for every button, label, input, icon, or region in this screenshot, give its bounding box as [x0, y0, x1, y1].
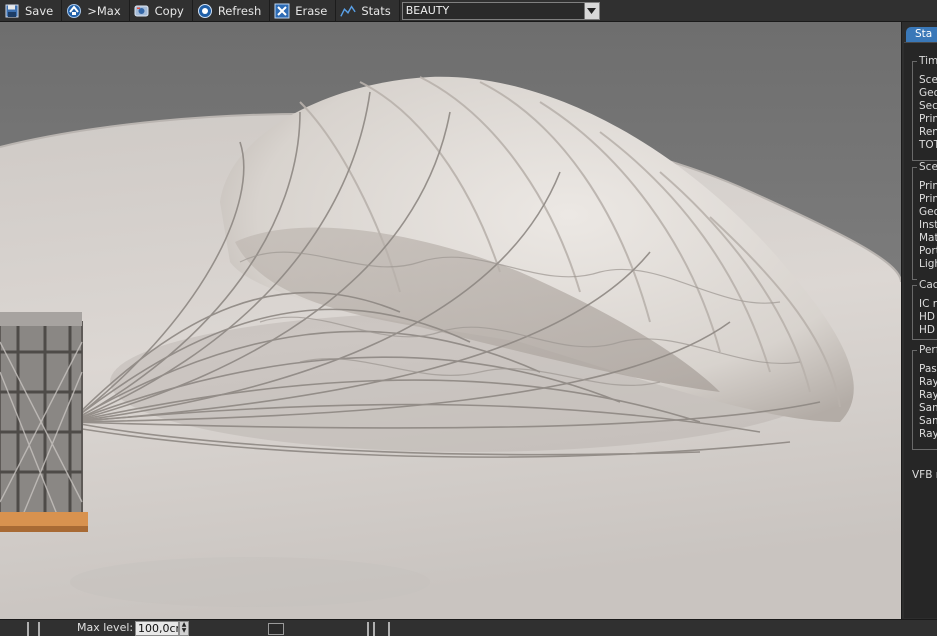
copy-icon — [134, 3, 150, 19]
stats-item: Prim — [919, 180, 937, 192]
erase-icon — [274, 3, 290, 19]
erase-button[interactable]: Erase — [270, 0, 337, 22]
stats-item: Seco — [919, 100, 937, 112]
stats-group-time: Time Scen Geo Seco Prim Ren TOT — [912, 55, 937, 161]
vfb-toolbar: Save >Max Copy Refresh Erase Stats BEAUT… — [0, 0, 937, 22]
render-channel-value: BEAUTY — [405, 4, 450, 17]
level-slider-handle[interactable] — [268, 623, 284, 635]
refresh-icon — [197, 3, 213, 19]
save-icon — [4, 3, 20, 19]
divider — [373, 622, 375, 636]
max-level-input[interactable]: 100,0cm — [135, 621, 179, 636]
stats-item: IC re — [919, 298, 937, 310]
tab-stats-label: Sta — [915, 28, 933, 40]
copy-button[interactable]: Copy — [130, 0, 193, 22]
divider — [38, 622, 40, 636]
chevron-down-icon[interactable] — [583, 2, 599, 19]
erase-button-label: Erase — [295, 4, 328, 18]
refresh-button[interactable]: Refresh — [193, 0, 271, 22]
divider — [367, 622, 369, 636]
divider — [27, 622, 29, 636]
stats-group-scene: Scen Prim Prim Geo Insta Mat Port Ligh — [912, 161, 937, 280]
stats-item: Ligh — [919, 258, 937, 270]
render-viewport[interactable] — [0, 22, 901, 619]
stats-item: TOT — [919, 139, 937, 151]
stats-footer: VFB re — [912, 469, 937, 481]
render-image — [0, 22, 901, 619]
save-button-label: Save — [25, 4, 54, 18]
save-button[interactable]: Save — [0, 0, 63, 22]
stats-item: Scen — [919, 74, 937, 86]
stats-item: Insta — [919, 219, 937, 231]
stats-item: HD s — [919, 324, 937, 336]
max-level-label: Max level: — [77, 621, 134, 634]
stats-item: Ray — [919, 428, 937, 440]
max-button-label: >Max — [87, 4, 121, 18]
stats-item: Prim — [919, 113, 937, 125]
copy-button-label: Copy — [154, 4, 184, 18]
stats-button-label: Stats — [361, 4, 391, 18]
stats-item: Pass — [919, 363, 937, 375]
bottom-bar: Max level: 100,0cm ▲▼ — [0, 619, 937, 636]
stats-group-title: Perf — [917, 344, 937, 356]
max-icon — [66, 3, 82, 19]
divider — [388, 622, 390, 636]
max-button[interactable]: >Max — [62, 0, 130, 22]
stats-button[interactable]: Stats — [336, 0, 400, 22]
stats-panel-body: Time Scen Geo Seco Prim Ren TOT Scen Pri… — [904, 42, 937, 618]
stats-item: HD r — [919, 311, 937, 323]
stats-item: Mat — [919, 232, 937, 244]
max-level-spinner[interactable]: ▲ ▼ — [179, 621, 189, 636]
stats-item: Geo — [919, 87, 937, 99]
render-channel-select[interactable]: BEAUTY — [401, 1, 600, 20]
tab-stats[interactable]: Sta — [906, 27, 937, 42]
stats-group-cache: Cac IC re HD r HD s — [912, 279, 937, 340]
stats-item: Geo — [919, 206, 937, 218]
stats-icon — [340, 3, 357, 19]
stats-group-performance: Perf Pass Ray Ray Sam Sam Ray — [912, 344, 937, 450]
stats-item: Prim — [919, 193, 937, 205]
stats-item: Ray — [919, 376, 937, 388]
stats-item: Sam — [919, 415, 937, 427]
stats-item: Ren — [919, 126, 937, 138]
cargo-crate — [0, 312, 88, 532]
stats-group-title: Cac — [917, 279, 937, 291]
stats-item: Sam — [919, 402, 937, 414]
stats-group-title: Scen — [917, 161, 937, 173]
stats-item: Port — [919, 245, 937, 257]
stats-panel: Sta Time Scen Geo Seco Prim Ren TOT Scen… — [901, 22, 937, 619]
refresh-button-label: Refresh — [217, 4, 262, 18]
stats-group-title: Time — [917, 55, 937, 67]
stats-item: Ray — [919, 389, 937, 401]
